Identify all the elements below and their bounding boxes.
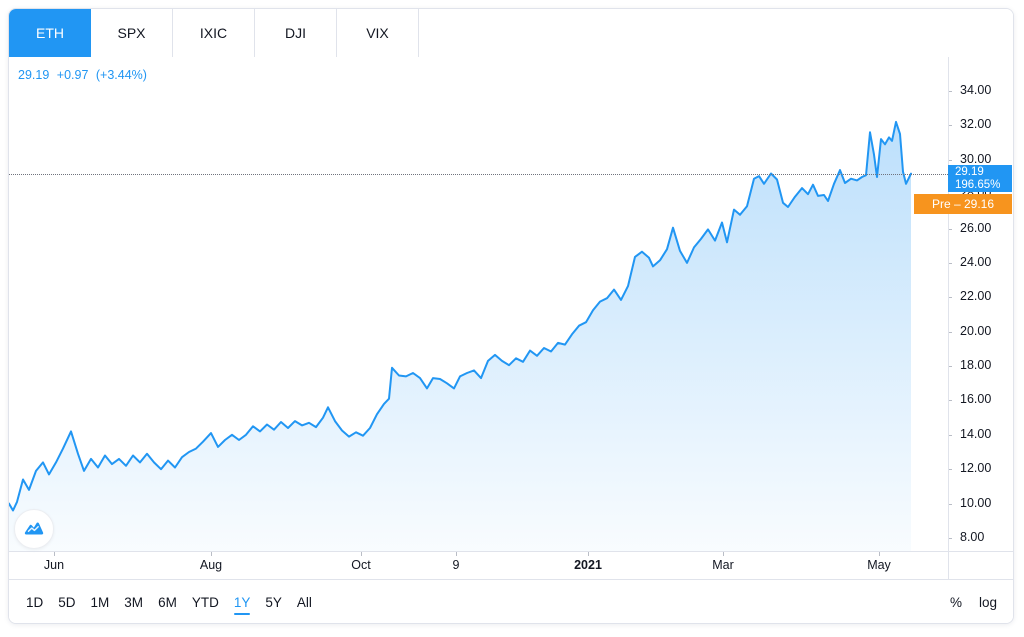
y-axis-label: 22.00 [960,289,991,303]
y-axis-label: 14.00 [960,427,991,441]
range-1d[interactable]: 1D [26,595,43,610]
prev-close-line [9,174,948,175]
range-6m[interactable]: 6M [158,595,177,610]
tab-ixic[interactable]: IXIC [173,9,255,57]
range-buttons: 1D 5D 1M 3M 6M YTD 1Y 5Y All [26,595,312,610]
range-ytd[interactable]: YTD [192,595,219,610]
y-axis-label: 32.00 [960,117,991,131]
x-axis-tick [588,552,589,556]
time-axis[interactable]: Jun Aug Oct 9 2021 Mar May [9,551,1013,579]
y-axis-label: 26.00 [960,221,991,235]
scale-controls: % log [950,595,997,610]
range-3m[interactable]: 3M [124,595,143,610]
y-axis-label: 34.00 [960,83,991,97]
x-axis-label-mar: Mar [712,552,734,579]
y-axis-label: 18.00 [960,358,991,372]
range-1m[interactable]: 1M [91,595,110,610]
quote-last-price: 29.19 [18,68,49,82]
y-axis-label: 20.00 [960,324,991,338]
y-axis-label: 12.00 [960,461,991,475]
quote-change: +0.97 [57,68,89,82]
chart-area-fill [9,122,911,551]
price-axis[interactable]: 34.0032.0030.0028.0026.0024.0022.0020.00… [948,57,1014,551]
x-axis-tick [54,552,55,556]
chart-region[interactable]: 29.19 +0.97 (+3.44%) 34.0032.0030.0028.0… [9,57,1013,551]
last-price-badge: 29.19 196.65% [948,165,1012,192]
range-5y[interactable]: 5Y [265,595,282,610]
tab-eth[interactable]: ETH [9,9,91,57]
y-axis-label: 30.00 [960,152,991,166]
x-axis-tick [361,552,362,556]
range-all[interactable]: All [297,595,312,610]
scale-log-button[interactable]: log [979,595,997,610]
y-axis-label: 16.00 [960,392,991,406]
range-toolbar: 1D 5D 1M 3M 6M YTD 1Y 5Y All % log [9,579,1013,624]
x-axis-tick [211,552,212,556]
y-axis-label: 10.00 [960,496,991,510]
y-axis-label: 24.00 [960,255,991,269]
x-axis-tick [879,552,880,556]
tradingview-logo[interactable] [14,509,54,549]
price-chart[interactable] [9,57,948,551]
x-axis-label-9: 9 [453,552,460,579]
y-axis-label: 8.00 [960,530,984,544]
x-axis-tick [723,552,724,556]
symbol-tabs: ETHSPXIXICDJIVIX [9,9,1013,58]
x-axis-label-2021: 2021 [574,552,602,579]
x-axis-tick [456,552,457,556]
tab-spx[interactable]: SPX [91,9,173,57]
quote-change-percent: (+3.44%) [96,68,147,82]
scale-percent-button[interactable]: % [950,595,962,610]
last-price-badge-value: 29.19 [955,166,1012,179]
price-axis-divider [948,57,949,579]
x-axis-label-aug: Aug [200,552,222,579]
tab-vix[interactable]: VIX [337,9,419,57]
tab-dji[interactable]: DJI [255,9,337,57]
range-5d[interactable]: 5D [58,595,75,610]
range-1y[interactable]: 1Y [234,595,251,610]
quote-summary: 29.19 +0.97 (+3.44%) [18,68,151,82]
x-axis-label-oct: Oct [351,552,370,579]
market-chart-widget: ETHSPXIXICDJIVIX 29.19 +0.97 (+3.44%) 34… [8,8,1014,624]
last-price-badge-percent: 196.65% [955,179,1012,192]
mountain-chart-icon [23,518,45,540]
page: ETHSPXIXICDJIVIX 29.19 +0.97 (+3.44%) 34… [0,0,1024,637]
x-axis-label-jun: Jun [44,552,64,579]
x-axis-label-may: May [867,552,891,579]
premarket-badge: Pre – 29.16 [914,194,1012,214]
